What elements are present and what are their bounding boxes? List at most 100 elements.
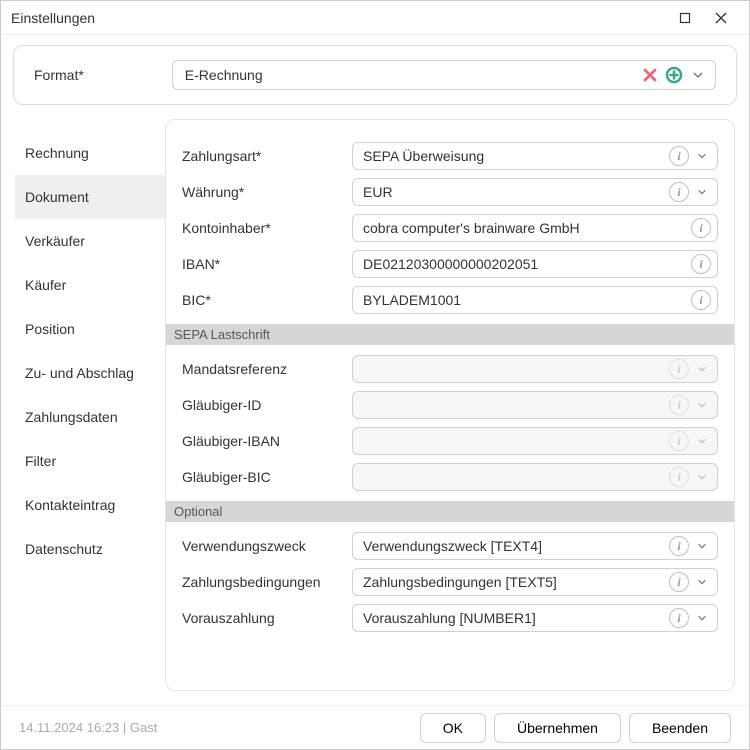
- form-panel: Zahlungsart* SEPA Überweisung i Währung*…: [165, 119, 735, 691]
- format-clear-button[interactable]: [639, 64, 661, 86]
- row-iban: IBAN* DE02120300000000202051 i: [182, 246, 718, 282]
- sidebar-item-zuabschlag[interactable]: Zu- und Abschlag: [15, 351, 165, 395]
- input-zahlungsbedingungen[interactable]: Zahlungsbedingungen [TEXT5] i: [352, 568, 718, 596]
- x-icon: [643, 68, 657, 82]
- row-zahlungsart: Zahlungsart* SEPA Überweisung i: [182, 138, 718, 174]
- info-icon[interactable]: i: [669, 572, 689, 592]
- input-waehrung[interactable]: EUR i: [352, 178, 718, 206]
- info-icon[interactable]: i: [669, 395, 689, 415]
- chevron-down-icon: [697, 364, 707, 374]
- info-icon[interactable]: i: [669, 608, 689, 628]
- value-iban: DE02120300000000202051: [363, 256, 691, 272]
- input-glaeubiger-bic[interactable]: i: [352, 463, 718, 491]
- sidebar-item-kaeufer[interactable]: Käufer: [15, 263, 165, 307]
- value-zahlungsart: SEPA Überweisung: [363, 148, 669, 164]
- row-waehrung: Währung* EUR i: [182, 174, 718, 210]
- maximize-icon: [679, 12, 691, 24]
- row-glaeubiger-id: Gläubiger-ID i: [182, 387, 718, 423]
- label-zahlungsbedingungen: Zahlungsbedingungen: [182, 574, 342, 590]
- row-zahlungsbedingungen: Zahlungsbedingungen Zahlungsbedingungen …: [182, 564, 718, 600]
- input-verwendungszweck[interactable]: Verwendungszweck [TEXT4] i: [352, 532, 718, 560]
- dropdown-button[interactable]: [693, 147, 711, 165]
- apply-button[interactable]: Übernehmen: [494, 713, 621, 743]
- value-bic: BYLADEM1001: [363, 292, 691, 308]
- chevron-down-icon: [697, 472, 707, 482]
- dropdown-button[interactable]: [693, 396, 711, 414]
- input-glaeubiger-id[interactable]: i: [352, 391, 718, 419]
- chevron-down-icon: [697, 613, 707, 623]
- sidebar-item-datenschutz[interactable]: Datenschutz: [15, 527, 165, 571]
- chevron-down-icon: [697, 577, 707, 587]
- format-section: Format* E-Rechnung: [1, 35, 749, 119]
- input-zahlungsart[interactable]: SEPA Überweisung i: [352, 142, 718, 170]
- input-vorauszahlung[interactable]: Vorauszahlung [NUMBER1] i: [352, 604, 718, 632]
- chevron-down-icon: [697, 400, 707, 410]
- label-kontoinhaber: Kontoinhaber*: [182, 220, 342, 236]
- value-verwendungszweck: Verwendungszweck [TEXT4]: [363, 538, 669, 554]
- row-bic: BIC* BYLADEM1001 i: [182, 282, 718, 318]
- dropdown-button[interactable]: [693, 537, 711, 555]
- dropdown-button[interactable]: [693, 573, 711, 591]
- sidebar-item-verkaeufer[interactable]: Verkäufer: [15, 219, 165, 263]
- input-glaeubiger-iban[interactable]: i: [352, 427, 718, 455]
- format-add-button[interactable]: [663, 64, 685, 86]
- dropdown-button[interactable]: [693, 609, 711, 627]
- close-button[interactable]: Beenden: [629, 713, 731, 743]
- info-icon[interactable]: i: [691, 218, 711, 238]
- row-glaeubiger-iban: Gläubiger-IBAN i: [182, 423, 718, 459]
- chevron-down-icon: [692, 69, 704, 81]
- dropdown-button[interactable]: [693, 432, 711, 450]
- sidebar-item-dokument[interactable]: Dokument: [15, 175, 165, 219]
- sidebar-item-kontakteintrag[interactable]: Kontakteintrag: [15, 483, 165, 527]
- info-icon[interactable]: i: [669, 536, 689, 556]
- chevron-down-icon: [697, 436, 707, 446]
- value-kontoinhaber: cobra computer's brainware GmbH: [363, 220, 691, 236]
- value-zahlungsbedingungen: Zahlungsbedingungen [TEXT5]: [363, 574, 669, 590]
- info-icon[interactable]: i: [669, 359, 689, 379]
- label-bic: BIC*: [182, 292, 342, 308]
- label-mandatsreferenz: Mandatsreferenz: [182, 361, 342, 377]
- settings-window: Einstellungen Format* E-Rechnung: [0, 0, 750, 750]
- sidebar-item-position[interactable]: Position: [15, 307, 165, 351]
- info-icon[interactable]: i: [669, 467, 689, 487]
- window-title: Einstellungen: [11, 10, 667, 26]
- footer: 14.11.2024 16:23 | Gast OK Übernehmen Be…: [1, 705, 749, 749]
- input-kontoinhaber[interactable]: cobra computer's brainware GmbH i: [352, 214, 718, 242]
- close-window-button[interactable]: [703, 1, 739, 35]
- row-kontoinhaber: Kontoinhaber* cobra computer's brainware…: [182, 210, 718, 246]
- format-select[interactable]: E-Rechnung: [172, 60, 716, 90]
- label-glaeubiger-bic: Gläubiger-BIC: [182, 469, 342, 485]
- format-value: E-Rechnung: [185, 67, 637, 83]
- format-dropdown-button[interactable]: [689, 66, 707, 84]
- maximize-button[interactable]: [667, 1, 703, 35]
- value-vorauszahlung: Vorauszahlung [NUMBER1]: [363, 610, 669, 626]
- chevron-down-icon: [697, 151, 707, 161]
- info-icon[interactable]: i: [669, 146, 689, 166]
- info-icon[interactable]: i: [669, 182, 689, 202]
- info-icon[interactable]: i: [691, 290, 711, 310]
- value-waehrung: EUR: [363, 184, 669, 200]
- label-verwendungszweck: Verwendungszweck: [182, 538, 342, 554]
- row-verwendungszweck: Verwendungszweck Verwendungszweck [TEXT4…: [182, 528, 718, 564]
- format-box: Format* E-Rechnung: [13, 45, 737, 105]
- sidebar-item-zahlungsdaten[interactable]: Zahlungsdaten: [15, 395, 165, 439]
- plus-circle-icon: [666, 67, 682, 83]
- status-text: 14.11.2024 16:23 | Gast: [19, 720, 412, 735]
- info-icon[interactable]: i: [691, 254, 711, 274]
- body: Rechnung Dokument Verkäufer Käufer Posit…: [1, 119, 749, 705]
- row-glaeubiger-bic: Gläubiger-BIC i: [182, 459, 718, 495]
- dropdown-button[interactable]: [693, 183, 711, 201]
- titlebar: Einstellungen: [1, 1, 749, 35]
- input-iban[interactable]: DE02120300000000202051 i: [352, 250, 718, 278]
- dropdown-button[interactable]: [693, 360, 711, 378]
- dropdown-button[interactable]: [693, 468, 711, 486]
- input-bic[interactable]: BYLADEM1001 i: [352, 286, 718, 314]
- sidebar-item-filter[interactable]: Filter: [15, 439, 165, 483]
- label-zahlungsart: Zahlungsart*: [182, 148, 342, 164]
- sidebar-item-rechnung[interactable]: Rechnung: [15, 131, 165, 175]
- chevron-down-icon: [697, 187, 707, 197]
- input-mandatsreferenz[interactable]: i: [352, 355, 718, 383]
- ok-button[interactable]: OK: [420, 713, 486, 743]
- chevron-down-icon: [697, 541, 707, 551]
- info-icon[interactable]: i: [669, 431, 689, 451]
